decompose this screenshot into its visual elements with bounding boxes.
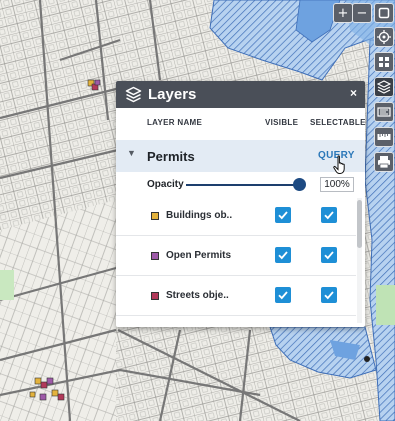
check-icon <box>278 251 288 260</box>
plus-icon: + <box>337 5 349 21</box>
layer-group-row[interactable]: ▼ Permits QUERY <box>116 140 365 174</box>
panel-icon <box>378 7 390 19</box>
ruler-button[interactable] <box>374 127 394 147</box>
layers-button[interactable] <box>374 77 394 97</box>
visible-checkbox[interactable] <box>275 287 291 303</box>
opacity-value-field[interactable]: 100% <box>320 177 354 192</box>
check-icon <box>324 251 334 260</box>
panel-toggle-button[interactable] <box>374 3 394 23</box>
layers-panel: Layers × LAYER NAME VISIBLE SELECTABLE ▼… <box>116 81 365 327</box>
column-header-layer-name: LAYER NAME <box>147 118 203 127</box>
print-icon <box>378 156 390 169</box>
layer-name: Buildings ob.. <box>166 210 233 221</box>
check-icon <box>278 291 288 300</box>
check-icon <box>278 211 288 220</box>
print-button[interactable] <box>374 152 394 172</box>
selectable-checkbox[interactable] <box>321 207 337 223</box>
close-icon[interactable]: × <box>350 86 357 100</box>
layer-symbol-icon <box>151 252 159 260</box>
column-header-selectable: SELECTABLE <box>310 118 365 127</box>
column-headers: LAYER NAME VISIBLE SELECTABLE <box>116 108 365 140</box>
layer-name: Open Permits <box>166 250 232 261</box>
column-header-visible: VISIBLE <box>265 118 299 127</box>
minus-icon: − <box>356 5 368 21</box>
layers-icon <box>377 80 391 94</box>
opacity-row: Opacity 100% <box>116 172 365 198</box>
zoom-in-button[interactable]: + <box>333 3 353 23</box>
visible-checkbox[interactable] <box>275 247 291 263</box>
layer-group-name: Permits <box>147 149 195 164</box>
measure-button[interactable] <box>374 102 394 122</box>
layer-row: Buildings ob.. <box>116 198 356 236</box>
panel-title: Layers <box>148 86 197 103</box>
zoom-out-button[interactable]: − <box>352 3 372 23</box>
visible-checkbox[interactable] <box>275 207 291 223</box>
panel-scrollbar-thumb[interactable] <box>357 200 362 248</box>
locate-icon <box>377 30 391 44</box>
opacity-slider-track[interactable] <box>186 184 299 186</box>
ruler-icon <box>377 134 391 140</box>
check-icon <box>324 211 334 220</box>
layer-name: Streets obje.. <box>166 290 229 301</box>
caret-down-icon[interactable]: ▼ <box>127 148 136 158</box>
locate-button[interactable] <box>374 27 394 47</box>
opacity-slider-thumb[interactable] <box>292 178 306 191</box>
layer-row: Open Permits <box>116 238 356 276</box>
basemap-icon <box>379 57 389 67</box>
selectable-checkbox[interactable] <box>321 247 337 263</box>
check-icon <box>324 291 334 300</box>
layer-row: Streets obje.. <box>116 278 356 316</box>
layer-symbol-icon <box>151 212 159 220</box>
basemap-button[interactable] <box>374 52 394 72</box>
selectable-checkbox[interactable] <box>321 287 337 303</box>
layers-panel-header: Layers × <box>116 81 365 108</box>
opacity-label: Opacity <box>147 179 184 190</box>
measure-icon <box>377 107 391 117</box>
layer-symbol-icon <box>151 292 159 300</box>
layers-icon <box>125 86 142 103</box>
